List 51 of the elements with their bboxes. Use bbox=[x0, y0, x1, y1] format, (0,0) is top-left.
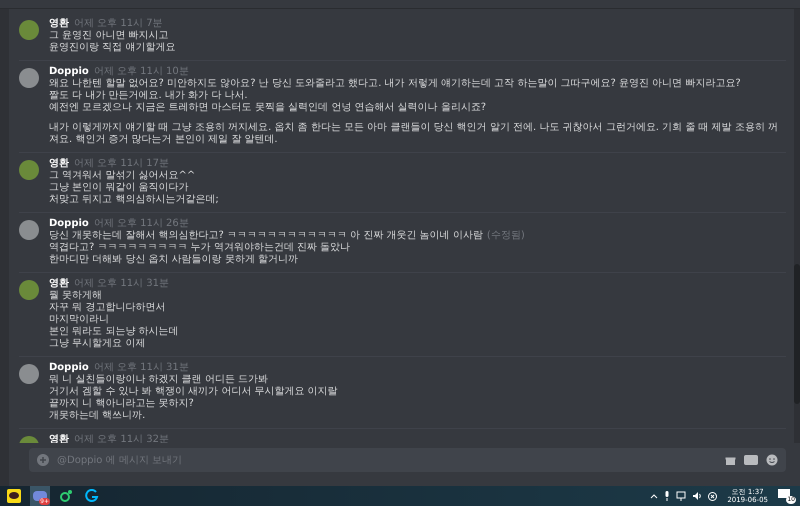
message-text: 마지막이라니 bbox=[49, 314, 110, 326]
message-timestamp: 어제 오후 11시 7분 bbox=[74, 18, 163, 30]
message-text: 처맞고 뒤지고 핵의심하시는거같은데; bbox=[49, 194, 220, 206]
gift-icon[interactable] bbox=[725, 454, 736, 466]
message-text: 그 윤영진 아니면 빠지시고 bbox=[49, 30, 170, 42]
message-text: 왜요 나한텐 할말 없어요? 미안하지도 않아요? 난 당신 도와줄라고 했다고. 내가 저렇게 얘기하는데 고작 하는말이 그따구에요? 윤영진 아니면 빠지라고요? bbox=[49, 78, 742, 90]
close-circle-icon[interactable] bbox=[708, 492, 718, 500]
avatar[interactable] bbox=[19, 220, 39, 240]
message-text: 본인 뭐라도 되는냥 하시는데 bbox=[49, 326, 180, 338]
avatar[interactable] bbox=[19, 68, 39, 88]
author-name[interactable]: 영환 bbox=[49, 278, 69, 290]
message-timestamp: 어제 오후 11시 17분 bbox=[74, 158, 169, 170]
message-text: 그냥 무시할게요 이제 bbox=[49, 338, 146, 350]
avatar[interactable] bbox=[19, 20, 39, 40]
message-text: 예전엔 모르겠으나 지금은 트레하면 마스터도 못찍을 실력인데 언넝 연습해서 실력이나 올리시죠? bbox=[49, 102, 488, 114]
message-text: 뭘 못하게해 bbox=[49, 290, 104, 302]
message-text: 뭐 니 실친들이랑이나 하겠지 클랜 어디든 드가봐 bbox=[49, 374, 270, 386]
message-timestamp: 어제 오후 11시 31분 bbox=[74, 278, 169, 290]
message-text: 윤영진이랑 직접 얘기할게요 bbox=[49, 42, 176, 54]
avatar[interactable] bbox=[19, 280, 39, 300]
author-name[interactable]: Doppio bbox=[49, 66, 89, 78]
scrollbar-thumb[interactable] bbox=[794, 264, 800, 404]
message-text: 그냥 본인이 뭐같이 움직이다가 bbox=[49, 182, 190, 194]
g-logo-icon[interactable] bbox=[85, 489, 99, 503]
message-text: 한마디만 더해봐 당신 옵치 사람들이랑 못하게 할거니까 bbox=[49, 254, 300, 266]
message-text: 짤도 다 내가 만든거에요. 내가 화가 다 나서. bbox=[49, 90, 249, 102]
message-text: 자꾸 뭐 경고합니다하면서 bbox=[49, 302, 166, 314]
avatar[interactable] bbox=[19, 160, 39, 180]
chevron-up-icon[interactable] bbox=[650, 493, 658, 499]
ring-icon[interactable] bbox=[59, 489, 73, 503]
message-text: 개못하는데 핵쓰니까. bbox=[49, 410, 146, 422]
notification-icon[interactable] bbox=[778, 489, 790, 500]
message-timestamp: 어제 오후 11시 10분 bbox=[94, 66, 189, 78]
message-text: 끝까지 니 핵아니라고는 못하지? bbox=[49, 398, 195, 410]
message-text: 당신 개못하는데 잘해서 핵의심한다고? ㅋㅋㅋㅋㅋㅋㅋㅋㅋㅋㅋㅋ 아 진짜 개웃긴 놈이네 이사람 (수정됨) bbox=[49, 230, 526, 242]
message-text: 거기서 겜할 수 있나 봐 핵쟁이 새끼가 어디서 무시할게요 이지랄 bbox=[49, 386, 339, 398]
message-text: 역겹다고? ㅋㅋㅋㅋㅋㅋㅋㅋㅋ 누가 역겨워야하는건데 진짜 돌았나 bbox=[49, 242, 352, 254]
volume-icon[interactable] bbox=[692, 491, 702, 501]
message-timestamp: 어제 오후 11시 31분 bbox=[94, 362, 189, 374]
message-text: 내가 이렇게까지 얘기할 때 그냥 조용히 꺼지세요. 옵치 좀 한다는 모든 아마 클랜들이 당신 핵인거 알기 전에. 나도 귀찮아서 그런거에요. 기회 줄 때 제발 조용히 꺼져요. 핵인거 증거 많다는거 본인이 제일 잘 알텐데. bbox=[49, 122, 780, 146]
microphone-icon[interactable] bbox=[664, 491, 670, 501]
emoji-icon[interactable] bbox=[766, 454, 778, 466]
message-text: 그 역겨워서 말섞기 싫어서요^^ bbox=[49, 170, 196, 182]
message-timestamp: 어제 오후 11시 26분 bbox=[94, 218, 189, 230]
author-name[interactable]: 영환 bbox=[49, 158, 69, 170]
author-name[interactable]: Doppio bbox=[49, 218, 89, 230]
avatar[interactable] bbox=[19, 364, 39, 384]
author-name[interactable]: Doppio bbox=[49, 362, 89, 374]
author-name[interactable]: 영환 bbox=[49, 18, 69, 30]
network-icon[interactable] bbox=[676, 491, 686, 501]
chat-bubble-icon[interactable] bbox=[7, 489, 21, 503]
